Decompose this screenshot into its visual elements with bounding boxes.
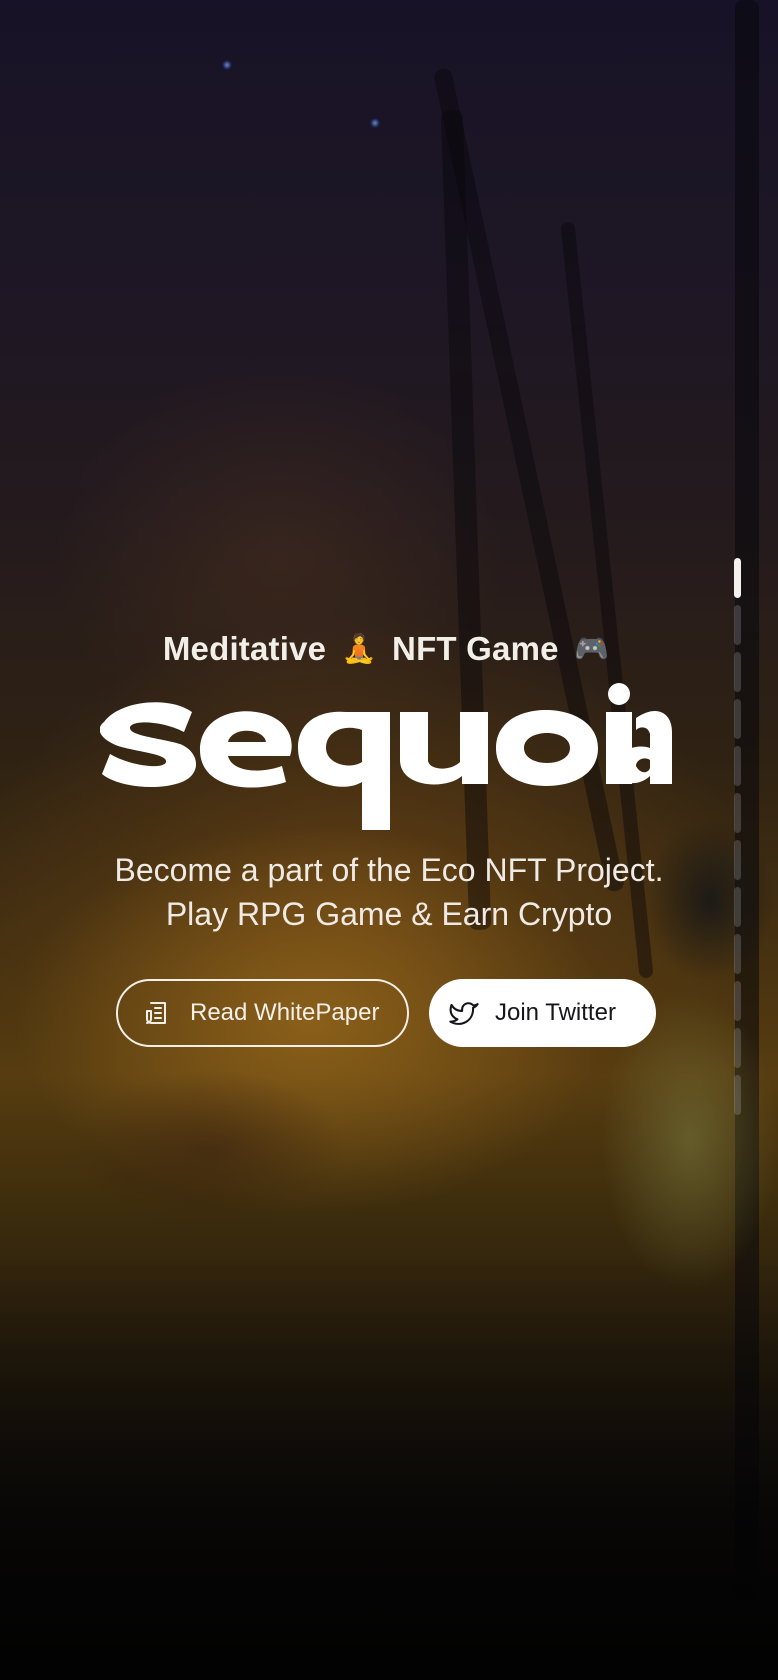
twitter-bird-icon	[449, 998, 479, 1028]
sequoia-wordmark	[100, 683, 672, 830]
join-twitter-label: Join Twitter	[495, 999, 616, 1026]
scroll-nav-segment[interactable]	[734, 652, 741, 692]
scroll-nav-segment[interactable]	[734, 934, 741, 974]
gamepad-emoji-icon: 🎮	[574, 633, 610, 664]
scroll-nav-segment[interactable]	[734, 1075, 741, 1115]
hero-subtitle: Become a part of the Eco NFT Project. Pl…	[0, 848, 778, 936]
subtitle-line-2: Play RPG Game & Earn Crypto	[165, 896, 613, 932]
section-scroll-nav[interactable]	[734, 558, 742, 1122]
tagline-text-prefix: Meditative	[162, 630, 327, 667]
scroll-nav-segment-active[interactable]	[734, 558, 741, 598]
scroll-nav-segment[interactable]	[734, 605, 741, 645]
read-whitepaper-label: Read WhitePaper	[190, 999, 380, 1026]
scroll-nav-segment[interactable]	[734, 699, 741, 739]
meditation-emoji-icon: 🧘	[341, 633, 377, 664]
scroll-nav-segment[interactable]	[734, 793, 741, 833]
landing-page: Meditative 🧘 NFT Game 🎮 Become a part of…	[0, 0, 778, 1680]
tagline-text-suffix: NFT Game	[392, 630, 559, 667]
dark-overlay	[0, 0, 778, 1680]
scroll-nav-segment[interactable]	[734, 981, 741, 1021]
join-twitter-button[interactable]: Join Twitter	[429, 979, 656, 1047]
scroll-nav-segment[interactable]	[734, 746, 741, 786]
document-icon	[142, 998, 172, 1028]
hero-tagline: Meditative 🧘 NFT Game 🎮	[0, 630, 778, 668]
read-whitepaper-button[interactable]: Read WhitePaper	[116, 979, 409, 1047]
scroll-nav-segment[interactable]	[734, 887, 741, 927]
sequoia-logo: sequoia	[100, 682, 672, 830]
scroll-nav-segment[interactable]	[734, 840, 741, 880]
subtitle-line-1: Become a part of the Eco NFT Project.	[114, 852, 664, 888]
scroll-nav-segment[interactable]	[734, 1028, 741, 1068]
